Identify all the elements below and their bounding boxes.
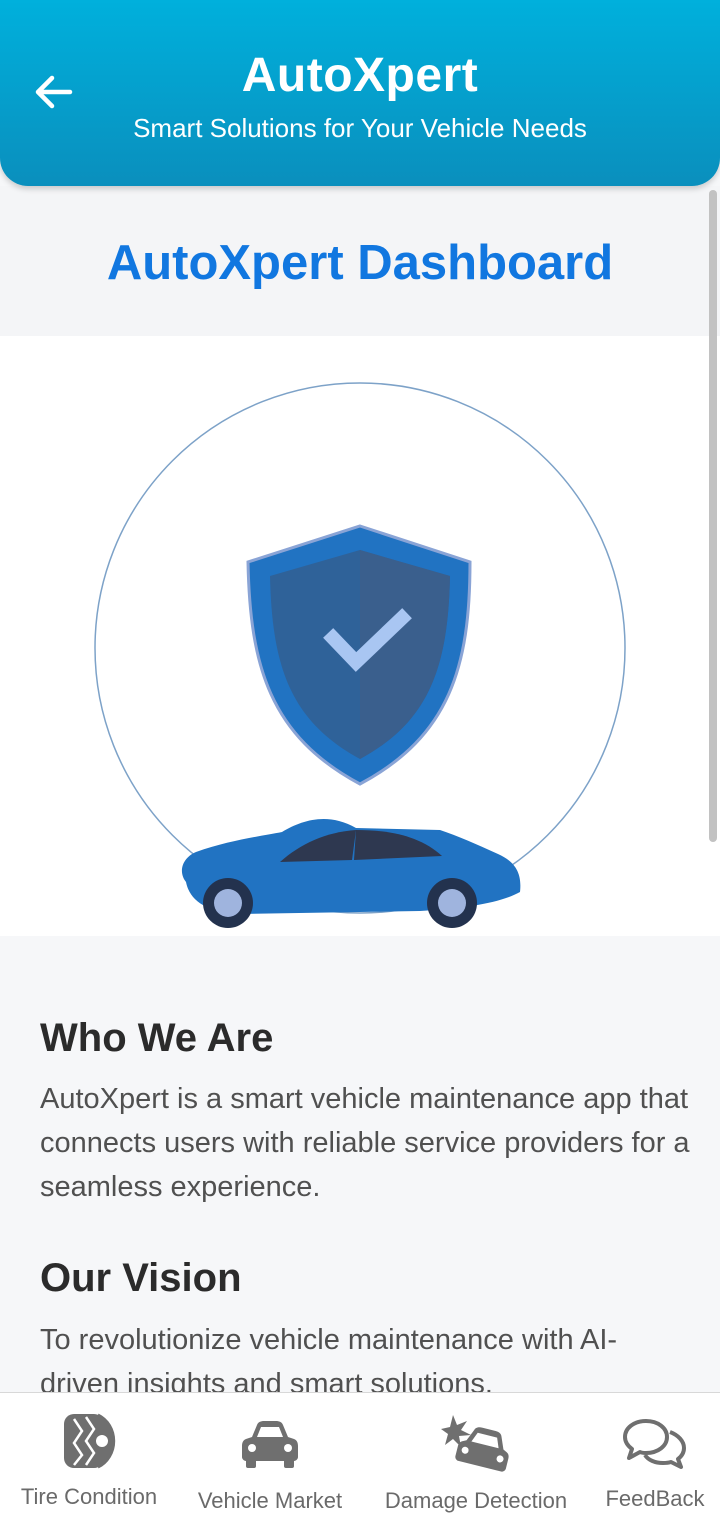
nav-label-tire-condition: Tire Condition xyxy=(20,1484,158,1509)
scrollbar[interactable] xyxy=(709,190,717,842)
tire-icon xyxy=(64,1413,116,1469)
car-icon xyxy=(181,819,521,928)
car-crash-icon xyxy=(441,1415,509,1472)
nav-label-feedback: FeedBack xyxy=(605,1486,705,1511)
dashboard-title: AutoXpert Dashboard xyxy=(106,236,614,290)
bottom-navigation: Tire Condition Vehicle Market Damage Det… xyxy=(0,1392,720,1535)
chat-bubbles-icon xyxy=(623,1419,686,1469)
nav-label-damage-detection: Damage Detection xyxy=(384,1488,568,1513)
app-subtitle: Smart Solutions for Your Vehicle Needs xyxy=(133,113,587,143)
nav-damage-detection[interactable]: Damage Detection xyxy=(365,1393,587,1535)
who-we-are-text: AutoXpert is a smart vehicle maintenance… xyxy=(40,1083,690,1203)
nav-feedback[interactable]: FeedBack xyxy=(592,1393,718,1535)
app-header: AutoXpert Smart Solutions for Your Vehic… xyxy=(0,0,720,186)
nav-label-vehicle-market: Vehicle Market xyxy=(197,1488,343,1513)
our-vision-heading: Our Vision xyxy=(40,1256,242,1300)
app-title: AutoXpert xyxy=(241,49,479,102)
nav-vehicle-market[interactable]: Vehicle Market xyxy=(180,1393,360,1535)
nav-tire-condition[interactable]: Tire Condition xyxy=(0,1393,178,1535)
hero-illustration xyxy=(0,336,720,936)
who-we-are-heading: Who We Are xyxy=(40,1016,274,1060)
shield-check-icon xyxy=(246,524,472,786)
car-front-icon xyxy=(242,1421,298,1468)
